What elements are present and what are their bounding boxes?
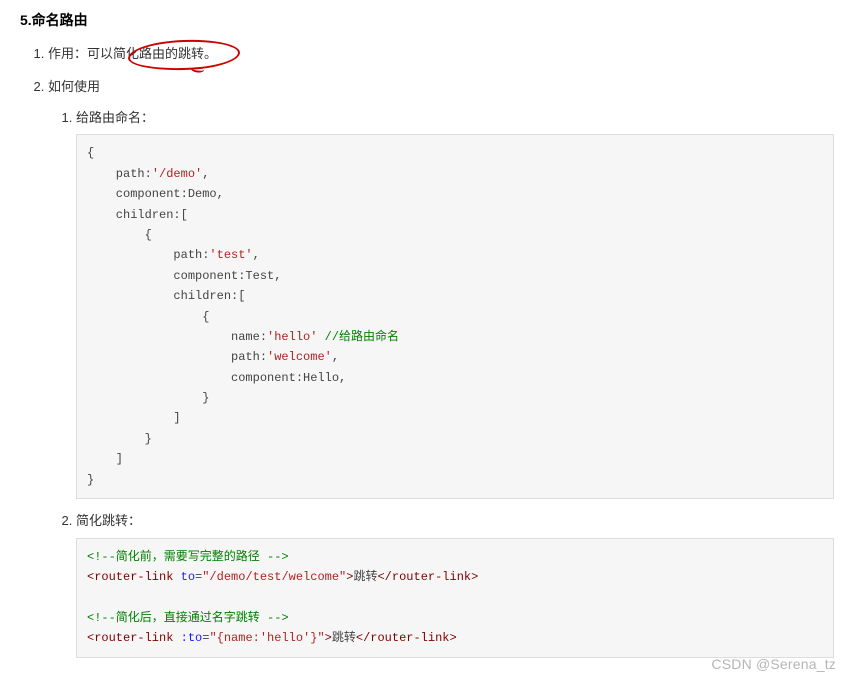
sub-item-naming: 给路由命名： { path:'/demo', component:Demo, c…	[76, 108, 834, 499]
outer-list: 作用：可以简化路由的跳转。 如何使用 给路由命名： { path:'/demo'…	[20, 44, 834, 658]
code-block-router-link: <!--简化前，需要写完整的路径 --> <router-link to="/d…	[76, 538, 834, 658]
watermark: CSDN @Serena_tz	[711, 656, 836, 672]
sub-item-simplify: 简化跳转： <!--简化前，需要写完整的路径 --> <router-link …	[76, 511, 834, 658]
section-title: 5.命名路由	[20, 10, 834, 30]
item-howto: 如何使用 给路由命名： { path:'/demo', component:De…	[48, 77, 834, 658]
inner-list: 给路由命名： { path:'/demo', component:Demo, c…	[48, 108, 834, 658]
item-label: 作用：	[48, 46, 87, 61]
sub-item-label: 简化跳转：	[76, 513, 141, 528]
code-block-route-config: { path:'/demo', component:Demo, children…	[76, 134, 834, 499]
sub-item-label: 给路由命名：	[76, 110, 154, 125]
item-text: 可以简化路由的跳转。	[87, 46, 217, 61]
item-label: 如何使用	[48, 79, 100, 94]
item-purpose: 作用：可以简化路由的跳转。	[48, 44, 834, 65]
